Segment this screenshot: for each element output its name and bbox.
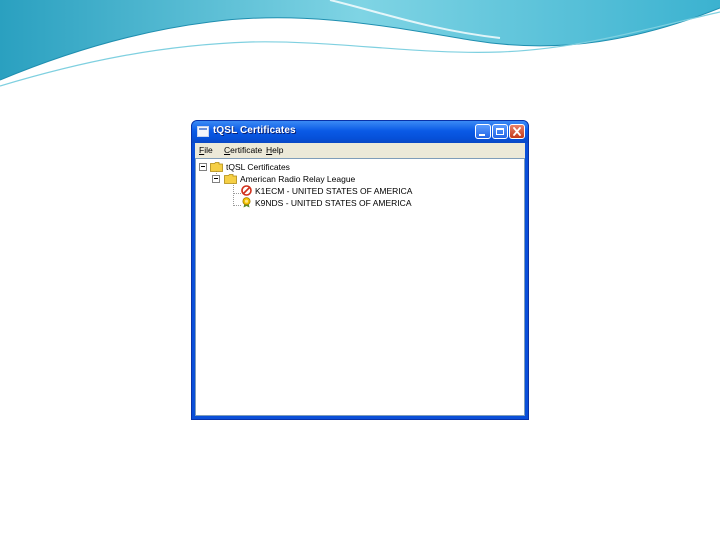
- award-ribbon-icon: [242, 197, 251, 208]
- tree-node-certificate[interactable]: K1ECM - UNITED STATES OF AMERICA: [196, 185, 516, 197]
- window-title: tQSL Certificates: [213, 125, 296, 136]
- menu-file[interactable]: File: [199, 145, 213, 155]
- tree-node-group[interactable]: American Radio Relay League: [196, 173, 516, 185]
- tree-label-certificate: K1ECM - UNITED STATES OF AMERICA: [255, 186, 413, 196]
- minimize-button[interactable]: [475, 124, 491, 139]
- collapse-toggle-icon[interactable]: [212, 175, 220, 183]
- tree-node-certificate[interactable]: K9NDS - UNITED STATES OF AMERICA: [196, 197, 516, 209]
- maximize-icon: [496, 128, 504, 135]
- certificate-tree[interactable]: tQSL Certificates American Radio Relay L…: [195, 158, 525, 416]
- tree-label-certificate: K9NDS - UNITED STATES OF AMERICA: [255, 198, 412, 208]
- maximize-button[interactable]: [492, 124, 508, 139]
- menu-help[interactable]: Help: [266, 145, 283, 155]
- collapse-toggle-icon[interactable]: [199, 163, 207, 171]
- slide-header-wave: [0, 0, 720, 87]
- close-icon: [513, 127, 521, 136]
- menu-bar: File Certificate Help: [195, 143, 525, 159]
- title-bar[interactable]: tQSL Certificates: [192, 121, 528, 143]
- tqsl-window: tQSL Certificates File Certificate Help: [191, 120, 529, 420]
- window-client-area: File Certificate Help tQSL Certificates: [195, 143, 525, 416]
- app-window-icon: [197, 126, 209, 137]
- tree-node-root[interactable]: tQSL Certificates: [196, 161, 516, 173]
- close-button[interactable]: [509, 124, 525, 139]
- menu-certificate[interactable]: Certificate: [224, 145, 262, 155]
- tree-label-root: tQSL Certificates: [226, 162, 290, 172]
- no-entry-icon: [241, 185, 252, 196]
- minimize-icon: [479, 134, 485, 136]
- folder-icon: [210, 162, 223, 172]
- tree-label-group: American Radio Relay League: [240, 174, 356, 184]
- folder-icon: [224, 174, 237, 184]
